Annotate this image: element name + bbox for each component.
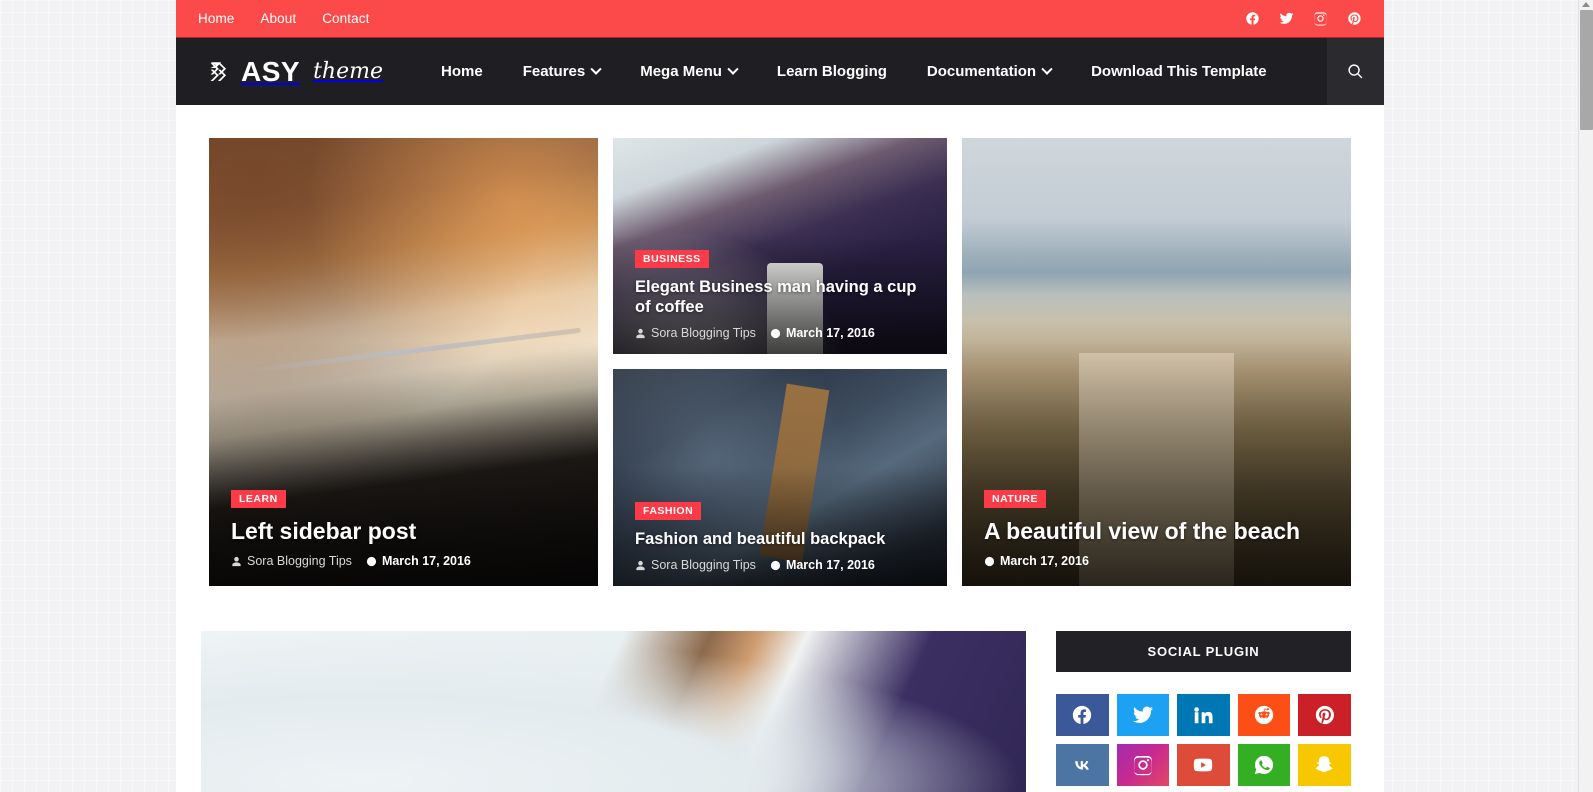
main-navigation-bar: ASY theme Home Features Mega Menu Learn … — [176, 37, 1384, 105]
nav-menu: Home Features Mega Menu Learn Blogging D… — [421, 38, 1287, 105]
nav-item-download-template[interactable]: Download This Template — [1071, 38, 1287, 106]
post-image-inner — [201, 631, 1026, 792]
nav-label-features: Features — [522, 63, 586, 80]
nav-item-learn-blogging[interactable]: Learn Blogging — [757, 38, 907, 106]
post-title: Fashion and beautiful backpack — [635, 530, 886, 549]
category-badge[interactable]: BUSINESS — [635, 249, 709, 268]
post-date: March 17, 2016 — [984, 554, 1089, 568]
featured-card-elegant-business-man[interactable]: BUSINESS Elegant Business man having a c… — [613, 138, 947, 354]
category-badge[interactable]: NATURE — [984, 490, 1046, 509]
featured-card-beach-view[interactable]: NATURE A beautiful view of the beach Mar… — [962, 138, 1351, 586]
social-plugin-grid — [1056, 694, 1351, 786]
sidebar: SOCIAL PLUGIN — [1056, 631, 1351, 792]
nav-label-home: Home — [441, 63, 483, 80]
post-date-text: March 17, 2016 — [1000, 554, 1089, 568]
scroll-up-arrow-icon[interactable] — [1582, 2, 1590, 7]
top-bar-social-links — [1245, 11, 1362, 26]
social-button-instagram[interactable] — [1116, 744, 1170, 786]
social-button-pinterest[interactable] — [1298, 694, 1351, 736]
chevron-down-icon — [727, 63, 739, 75]
twitter-icon — [1132, 706, 1153, 723]
category-badge[interactable]: LEARN — [231, 490, 286, 509]
lower-content-area: SOCIAL PLUGIN — [176, 586, 1384, 792]
instagram-icon[interactable] — [1313, 11, 1328, 26]
social-button-twitter[interactable] — [1116, 694, 1170, 736]
youtube-icon — [1194, 758, 1213, 772]
post-author: Sora Blogging Tips — [635, 558, 756, 572]
post-author-name: Sora Blogging Tips — [651, 558, 756, 572]
featured-middle-column: BUSINESS Elegant Business man having a c… — [613, 138, 947, 586]
twitter-icon[interactable] — [1279, 11, 1294, 26]
reddit-icon — [1254, 705, 1274, 725]
vk-icon — [1075, 761, 1090, 770]
post-date-text: March 17, 2016 — [381, 554, 471, 568]
nav-item-mega-menu[interactable]: Mega Menu — [620, 38, 757, 106]
logo-script: theme — [313, 58, 383, 84]
top-bar-nav: Home About Contact — [198, 11, 369, 26]
nav-label-documentation: Documentation — [926, 63, 1037, 80]
facebook-icon[interactable] — [1245, 11, 1260, 26]
scrollbar-thumb[interactable] — [1580, 10, 1593, 130]
pinterest-icon[interactable] — [1347, 11, 1362, 26]
social-button-whatsapp[interactable] — [1237, 744, 1291, 786]
topbar-link-contact[interactable]: Contact — [322, 11, 369, 26]
post-author: Sora Blogging Tips — [635, 326, 756, 340]
nav-item-features[interactable]: Features — [503, 38, 621, 106]
clock-icon — [770, 560, 781, 570]
social-plugin-widget-title: SOCIAL PLUGIN — [1056, 631, 1351, 672]
social-button-facebook[interactable] — [1056, 694, 1109, 736]
social-button-reddit[interactable] — [1237, 694, 1291, 736]
topbar-link-home[interactable]: Home — [198, 11, 234, 26]
chevron-down-icon — [1041, 63, 1053, 75]
social-button-linkedin[interactable] — [1177, 694, 1230, 736]
whatsapp-icon — [1254, 755, 1274, 775]
post-title: Left sidebar post — [231, 518, 417, 545]
featured-posts-grid: LEARN Left sidebar post Sora Blogging Ti… — [176, 105, 1384, 586]
main-post-column — [201, 631, 1026, 792]
nav-label-download-template: Download This Template — [1091, 63, 1267, 80]
social-button-snapchat[interactable] — [1298, 744, 1351, 786]
search-button[interactable] — [1327, 38, 1384, 105]
social-button-vk[interactable] — [1056, 744, 1109, 786]
user-icon — [636, 328, 645, 338]
facebook-icon — [1073, 705, 1092, 725]
user-icon — [232, 556, 241, 566]
nav-item-home[interactable]: Home — [421, 38, 503, 106]
post-featured-image[interactable] — [201, 631, 1026, 792]
nav-label-learn-blogging: Learn Blogging — [776, 63, 887, 80]
clock-icon — [366, 556, 377, 566]
browser-scrollbar[interactable] — [1578, 0, 1593, 792]
post-date: March 17, 2016 — [770, 558, 875, 572]
snapchat-icon — [1315, 756, 1333, 773]
clock-icon — [770, 328, 781, 338]
nav-item-documentation[interactable]: Documentation — [907, 38, 1071, 106]
post-date-text: March 17, 2016 — [785, 558, 875, 572]
site-logo[interactable]: ASY theme — [176, 38, 393, 105]
post-title: Elegant Business man having a cup of cof… — [635, 277, 917, 317]
chevron-e-icon — [210, 61, 227, 81]
featured-card-left-sidebar-post[interactable]: LEARN Left sidebar post Sora Blogging Ti… — [209, 138, 598, 586]
post-date: March 17, 2016 — [770, 326, 875, 340]
post-author: Sora Blogging Tips — [231, 554, 352, 568]
user-icon — [636, 560, 645, 570]
post-author-name: Sora Blogging Tips — [247, 554, 352, 568]
pinterest-icon — [1315, 705, 1334, 725]
logo-word: ASY — [241, 55, 301, 87]
featured-card-fashion-backpack[interactable]: FASHION Fashion and beautiful backpack S… — [613, 369, 947, 586]
post-date: March 17, 2016 — [366, 554, 471, 568]
page-container: Home About Contact ASY theme Home Featur… — [176, 0, 1384, 792]
topbar-link-about[interactable]: About — [260, 11, 296, 26]
post-date-text: March 17, 2016 — [785, 326, 875, 340]
post-author-name: Sora Blogging Tips — [651, 326, 756, 340]
linkedin-icon — [1194, 707, 1214, 724]
clock-icon — [984, 556, 995, 566]
nav-label-mega-menu: Mega Menu — [640, 63, 722, 80]
category-badge[interactable]: FASHION — [635, 502, 702, 521]
post-title: A beautiful view of the beach — [984, 518, 1301, 545]
chevron-down-icon — [590, 63, 602, 75]
social-button-youtube[interactable] — [1177, 744, 1230, 786]
search-icon — [1348, 64, 1363, 79]
top-bar: Home About Contact — [176, 0, 1384, 37]
instagram-icon — [1133, 755, 1152, 776]
